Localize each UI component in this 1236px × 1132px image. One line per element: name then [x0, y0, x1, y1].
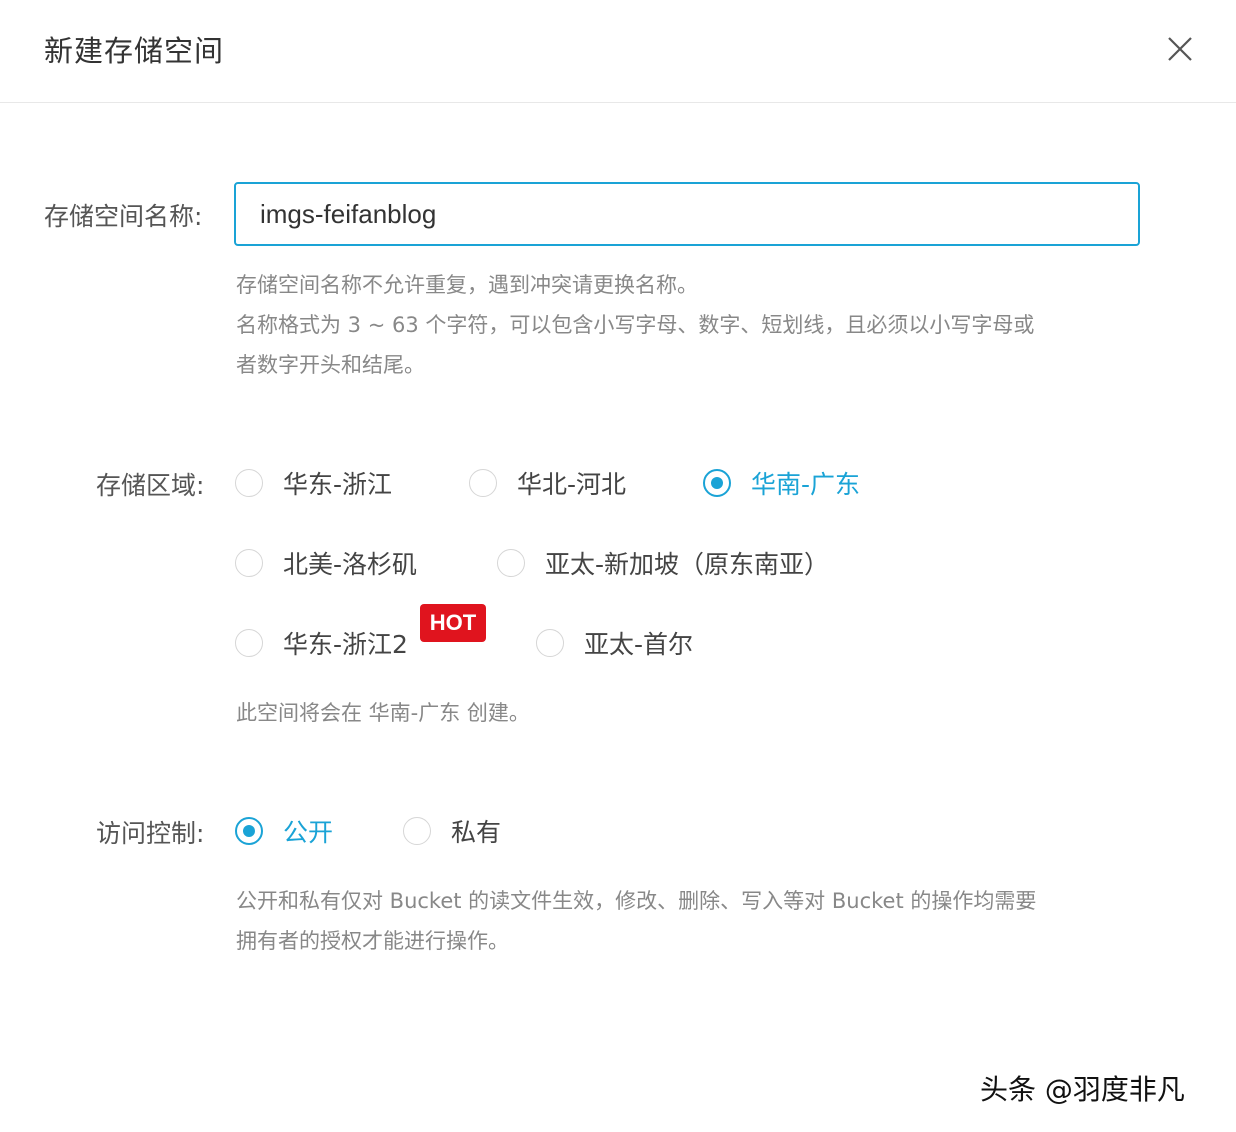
access-option-label: 公开 [283, 818, 334, 847]
region-option-ap-seoul[interactable]: 亚太-首尔 [536, 623, 693, 663]
region-option-south-guangdong[interactable]: 华南-广东 [703, 463, 860, 503]
region-option-label: 华东-浙江2 [283, 630, 408, 659]
close-icon[interactable] [1164, 33, 1196, 65]
region-option-north-hebei[interactable]: 华北-河北 [469, 463, 626, 503]
bucket-name-input[interactable] [234, 182, 1140, 246]
region-option-label: 亚太-首尔 [584, 630, 694, 659]
access-option-private[interactable]: 私有 [403, 811, 501, 851]
access-control-help: 公开和私有仅对 Bucket 的读文件生效，修改、删除、写入等对 Bucket … [236, 881, 1036, 961]
region-option-na-los-angeles[interactable]: 北美-洛杉矶 [235, 543, 417, 583]
region-option-east-zhejiang-2[interactable]: 华东-浙江2 [235, 623, 408, 663]
radio-icon[interactable] [235, 549, 263, 577]
region-option-label: 北美-洛杉矶 [283, 550, 418, 579]
bucket-name-help-line: 存储空间名称不允许重复，遇到冲突请更换名称。 [236, 273, 698, 297]
hot-badge: HOT [420, 604, 486, 642]
region-option-ap-singapore[interactable]: 亚太-新加坡（原东南亚） [497, 543, 829, 583]
radio-icon[interactable] [403, 817, 431, 845]
region-option-label: 华北-河北 [517, 470, 627, 499]
radio-icon[interactable] [497, 549, 525, 577]
radio-icon[interactable] [235, 469, 263, 497]
region-option-label: 亚太-新加坡（原东南亚） [545, 550, 830, 579]
region-option-label: 华东-浙江 [283, 470, 393, 499]
access-help-line: 公开和私有仅对 Bucket 的读文件生效，修改、删除、写入等对 Bucket … [236, 889, 1037, 913]
bucket-name-help-line: 名称格式为 3 ~ 63 个字符，可以包含小写字母、数字、短划线，且必须以小写字… [236, 313, 1035, 337]
radio-icon[interactable] [536, 629, 564, 657]
access-option-label: 私有 [451, 818, 502, 847]
dialog-header: 新建存储空间 [0, 0, 1236, 103]
radio-checked-icon[interactable] [235, 817, 263, 845]
region-label: 存储区域: [96, 471, 205, 500]
region-option-east-zhejiang[interactable]: 华东-浙江 [235, 463, 392, 503]
region-summary: 此空间将会在 华南-广东 创建。 [236, 701, 530, 725]
bucket-name-help-line: 者数字开头和结尾。 [236, 353, 425, 377]
access-control-label: 访问控制: [96, 819, 205, 848]
access-option-public[interactable]: 公开 [235, 811, 333, 851]
radio-checked-icon[interactable] [703, 469, 731, 497]
bucket-name-label: 存储空间名称: [44, 202, 203, 231]
dialog-title: 新建存储空间 [44, 34, 225, 68]
watermark: 头条 @羽度非凡 [980, 1073, 1185, 1106]
radio-icon[interactable] [235, 629, 263, 657]
access-help-line: 拥有者的授权才能进行操作。 [236, 929, 509, 953]
radio-icon[interactable] [469, 469, 497, 497]
bucket-name-help: 存储空间名称不允许重复，遇到冲突请更换名称。 名称格式为 3 ~ 63 个字符，… [236, 265, 1034, 385]
region-option-label: 华南-广东 [751, 470, 861, 499]
